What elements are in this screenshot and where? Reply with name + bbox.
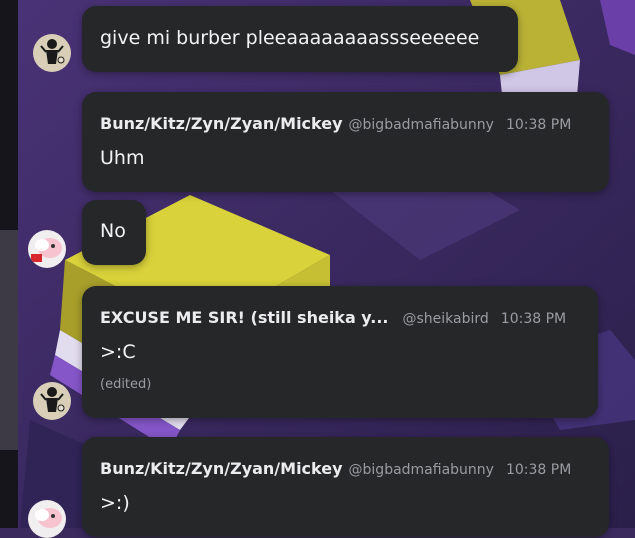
bird-avatar-icon <box>35 508 62 528</box>
edited-label: (edited) <box>100 377 152 392</box>
chat-message[interactable]: give mi burber pleeaaaaaaaassseeeeee <box>82 6 518 72</box>
message-body: >:C <box>100 341 136 363</box>
author-name[interactable]: Bunz/Kitz/Zyn/Zyan/Mickey <box>100 114 343 133</box>
message-body: >:) <box>100 492 130 514</box>
bird-avatar-icon <box>31 238 62 262</box>
author-name[interactable]: Bunz/Kitz/Zyn/Zyan/Mickey <box>100 459 343 478</box>
message-header: EXCUSE ME SIR! (still sheika y... @sheika… <box>100 308 566 327</box>
author-name[interactable]: EXCUSE ME SIR! (still sheika y... <box>100 308 389 327</box>
chat-message[interactable]: No <box>82 200 146 265</box>
author-handle[interactable]: @bigbadmafiabunny <box>349 462 494 478</box>
avatar[interactable] <box>33 382 71 420</box>
message-header: Bunz/Kitz/Zyn/Zyan/Mickey @bigbadmafiabun… <box>100 114 571 133</box>
message-body: give mi burber pleeaaaaaaaassseeeeee <box>100 27 480 49</box>
avatar[interactable] <box>28 500 66 538</box>
silhouette-avatar-icon <box>40 39 65 64</box>
author-handle[interactable]: @bigbadmafiabunny <box>349 117 494 133</box>
message-body: Uhm <box>100 147 145 169</box>
message-header: Bunz/Kitz/Zyn/Zyan/Mickey @bigbadmafiabun… <box>100 459 571 478</box>
silhouette-avatar-icon <box>40 387 65 412</box>
chat-message[interactable]: EXCUSE ME SIR! (still sheika y... @sheika… <box>82 286 598 418</box>
avatar[interactable] <box>33 34 71 72</box>
avatar[interactable] <box>28 230 66 268</box>
author-handle[interactable]: @sheikabird <box>403 311 489 327</box>
timestamp: 10:38 PM <box>505 117 572 133</box>
message-body: No <box>100 220 126 242</box>
chat-message[interactable]: Bunz/Kitz/Zyn/Zyan/Mickey @bigbadmafiabun… <box>82 437 609 537</box>
timestamp: 10:38 PM <box>500 311 567 327</box>
timestamp: 10:38 PM <box>505 462 572 478</box>
chat-message[interactable]: Bunz/Kitz/Zyn/Zyan/Mickey @bigbadmafiabun… <box>82 92 609 192</box>
